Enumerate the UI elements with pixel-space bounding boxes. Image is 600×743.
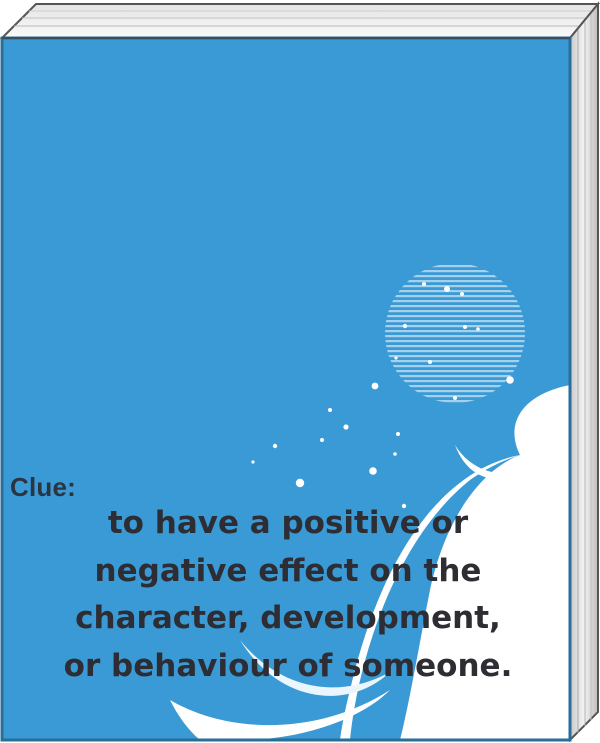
clue-label: Clue: [10, 472, 76, 502]
sparkle [422, 282, 426, 286]
sparkle [396, 432, 400, 436]
sparkle [476, 327, 480, 331]
sparkle [343, 424, 349, 430]
sparkle [251, 460, 255, 464]
sparkle [453, 396, 457, 400]
moon-circle [385, 263, 525, 403]
sparkle [320, 438, 324, 442]
sparkle [393, 452, 397, 456]
book-cover: Clue: to have a positive or negative eff… [0, 0, 600, 743]
clue-line-3: character, development, [75, 600, 501, 636]
sparkle [328, 408, 332, 412]
sparkle [394, 356, 398, 360]
sparkle [460, 292, 464, 296]
sparkle [506, 376, 514, 384]
sparkle [444, 286, 450, 292]
clue-line-1: to have a positive or [107, 505, 469, 541]
sparkle [463, 325, 467, 329]
clue-line-2: negative effect on the [94, 552, 482, 589]
clue-definition: to have a positive or negative effect on… [18, 500, 558, 690]
page-edges-right [569, 1, 599, 743]
sparkle [295, 478, 305, 488]
sparkle [371, 382, 379, 390]
sparkle [369, 467, 377, 475]
sparkle [272, 443, 278, 449]
sparkle [402, 323, 408, 329]
clue-line-4: or behaviour of someone. [63, 647, 513, 684]
sparkle [428, 360, 432, 364]
page-edges-top [0, 3, 600, 39]
